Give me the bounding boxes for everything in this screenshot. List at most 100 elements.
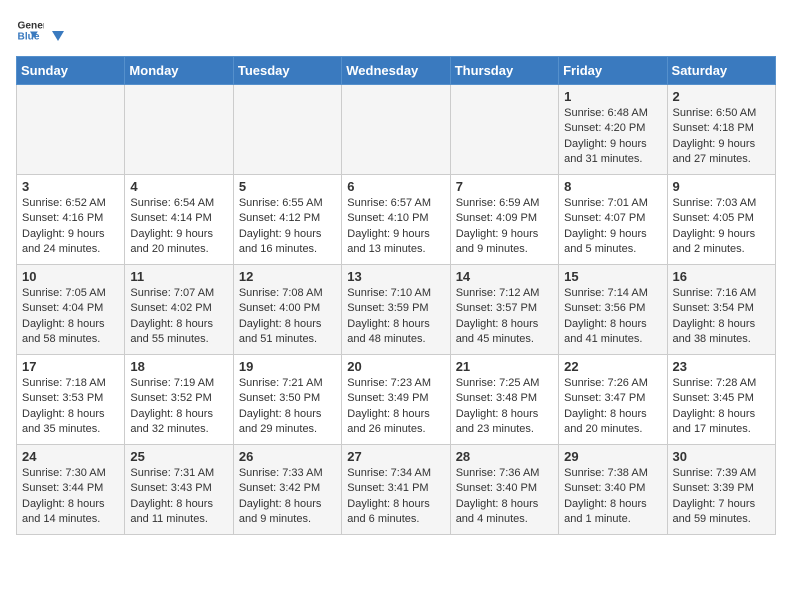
- day-info: Sunrise: 6:57 AM Sunset: 4:10 PM Dayligh…: [347, 196, 444, 258]
- day-info: Sunrise: 7:30 AM Sunset: 3:44 PM Dayligh…: [22, 466, 119, 528]
- day-cell: 21 Sunrise: 7:25 AM Sunset: 3:48 PM Dayli…: [450, 355, 558, 445]
- header-cell-friday: Friday: [559, 57, 667, 85]
- day-cell: 17 Sunrise: 7:18 AM Sunset: 3:53 PM Dayli…: [17, 355, 125, 445]
- week-row-5: 24Sunrise: 7:30 AM Sunset: 3:44 PM Dayli…: [17, 445, 776, 535]
- day-number: 12: [239, 269, 336, 284]
- day-info: Sunrise: 7:07 AM Sunset: 4:02 PM Dayligh…: [130, 286, 227, 348]
- day-number: 8: [564, 179, 661, 194]
- day-cell: 5Sunrise: 6:55 AM Sunset: 4:12 PM Daylig…: [233, 175, 341, 265]
- header-cell-monday: Monday: [125, 57, 233, 85]
- day-cell: 3Sunrise: 6:52 AM Sunset: 4:16 PM Daylig…: [17, 175, 125, 265]
- day-number: 16: [673, 269, 770, 284]
- svg-text:General: General: [18, 20, 44, 31]
- day-info: Sunrise: 7:03 AM Sunset: 4:05 PM Dayligh…: [673, 196, 770, 258]
- day-info: Sunrise: 7:23 AM Sunset: 3:49 PM Dayligh…: [347, 376, 444, 438]
- day-info: Sunrise: 7:33 AM Sunset: 3:42 PM Dayligh…: [239, 466, 336, 528]
- header-row: SundayMondayTuesdayWednesdayThursdayFrid…: [17, 57, 776, 85]
- day-cell: 29 Sunrise: 7:38 AM Sunset: 3:40 PM Dayli…: [559, 445, 667, 535]
- day-cell: 19Sunrise: 7:21 AM Sunset: 3:50 PM Dayli…: [233, 355, 341, 445]
- day-number: 2: [673, 89, 770, 104]
- day-cell: 28 Sunrise: 7:36 AM Sunset: 3:40 PM Dayli…: [450, 445, 558, 535]
- calendar-table: SundayMondayTuesdayWednesdayThursdayFrid…: [16, 56, 776, 535]
- header-cell-thursday: Thursday: [450, 57, 558, 85]
- day-cell: 12 Sunrise: 7:08 AM Sunset: 4:00 PM Dayli…: [233, 265, 341, 355]
- day-cell: 10 Sunrise: 7:05 AM Sunset: 4:04 PM Dayli…: [17, 265, 125, 355]
- day-cell: 9 Sunrise: 7:03 AM Sunset: 4:05 PM Daylig…: [667, 175, 775, 265]
- day-cell: 30 Sunrise: 7:39 AM Sunset: 3:39 PM Dayli…: [667, 445, 775, 535]
- day-info: Sunrise: 7:01 AM Sunset: 4:07 PM Dayligh…: [564, 196, 661, 258]
- day-number: 11: [130, 269, 227, 284]
- logo-arrow-icon: [48, 21, 68, 43]
- day-number: 7: [456, 179, 553, 194]
- day-info: Sunrise: 7:19 AM Sunset: 3:52 PM Dayligh…: [130, 376, 227, 438]
- day-info: Sunrise: 7:16 AM Sunset: 3:54 PM Dayligh…: [673, 286, 770, 348]
- day-cell: 7Sunrise: 6:59 AM Sunset: 4:09 PM Daylig…: [450, 175, 558, 265]
- day-number: 29: [564, 449, 661, 464]
- header-cell-sunday: Sunday: [17, 57, 125, 85]
- day-cell: [125, 85, 233, 175]
- week-row-1: 1 Sunrise: 6:48 AM Sunset: 4:20 PM Daylig…: [17, 85, 776, 175]
- day-number: 3: [22, 179, 119, 194]
- day-cell: 2 Sunrise: 6:50 AM Sunset: 4:18 PM Daylig…: [667, 85, 775, 175]
- day-info: Sunrise: 7:34 AM Sunset: 3:41 PM Dayligh…: [347, 466, 444, 528]
- day-cell: 18 Sunrise: 7:19 AM Sunset: 3:52 PM Dayli…: [125, 355, 233, 445]
- day-number: 14: [456, 269, 553, 284]
- day-cell: 11 Sunrise: 7:07 AM Sunset: 4:02 PM Dayli…: [125, 265, 233, 355]
- day-info: Sunrise: 7:36 AM Sunset: 3:40 PM Dayligh…: [456, 466, 553, 528]
- day-cell: [342, 85, 450, 175]
- day-info: Sunrise: 7:26 AM Sunset: 3:47 PM Dayligh…: [564, 376, 661, 438]
- day-cell: 23 Sunrise: 7:28 AM Sunset: 3:45 PM Dayli…: [667, 355, 775, 445]
- day-cell: [450, 85, 558, 175]
- week-row-3: 10 Sunrise: 7:05 AM Sunset: 4:04 PM Dayli…: [17, 265, 776, 355]
- header-cell-tuesday: Tuesday: [233, 57, 341, 85]
- week-row-4: 17 Sunrise: 7:18 AM Sunset: 3:53 PM Dayli…: [17, 355, 776, 445]
- day-info: Sunrise: 7:08 AM Sunset: 4:00 PM Dayligh…: [239, 286, 336, 348]
- day-cell: 20 Sunrise: 7:23 AM Sunset: 3:49 PM Dayli…: [342, 355, 450, 445]
- day-number: 23: [673, 359, 770, 374]
- day-number: 17: [22, 359, 119, 374]
- day-info: Sunrise: 7:05 AM Sunset: 4:04 PM Dayligh…: [22, 286, 119, 348]
- logo-icon: General Blue: [16, 16, 44, 44]
- day-number: 1: [564, 89, 661, 104]
- svg-text:Blue: Blue: [18, 31, 40, 42]
- day-info: Sunrise: 7:18 AM Sunset: 3:53 PM Dayligh…: [22, 376, 119, 438]
- day-cell: 14 Sunrise: 7:12 AM Sunset: 3:57 PM Dayli…: [450, 265, 558, 355]
- day-number: 18: [130, 359, 227, 374]
- day-number: 21: [456, 359, 553, 374]
- day-info: Sunrise: 6:50 AM Sunset: 4:18 PM Dayligh…: [673, 106, 770, 168]
- day-number: 10: [22, 269, 119, 284]
- day-cell: 24Sunrise: 7:30 AM Sunset: 3:44 PM Dayli…: [17, 445, 125, 535]
- day-number: 25: [130, 449, 227, 464]
- day-info: Sunrise: 7:10 AM Sunset: 3:59 PM Dayligh…: [347, 286, 444, 348]
- day-number: 27: [347, 449, 444, 464]
- day-cell: 4 Sunrise: 6:54 AM Sunset: 4:14 PM Daylig…: [125, 175, 233, 265]
- day-number: 19: [239, 359, 336, 374]
- header-cell-saturday: Saturday: [667, 57, 775, 85]
- day-info: Sunrise: 7:38 AM Sunset: 3:40 PM Dayligh…: [564, 466, 661, 528]
- day-cell: 13 Sunrise: 7:10 AM Sunset: 3:59 PM Dayli…: [342, 265, 450, 355]
- day-cell: 16 Sunrise: 7:16 AM Sunset: 3:54 PM Dayli…: [667, 265, 775, 355]
- day-number: 20: [347, 359, 444, 374]
- day-info: Sunrise: 7:28 AM Sunset: 3:45 PM Dayligh…: [673, 376, 770, 438]
- day-info: Sunrise: 6:48 AM Sunset: 4:20 PM Dayligh…: [564, 106, 661, 168]
- day-info: Sunrise: 6:54 AM Sunset: 4:14 PM Dayligh…: [130, 196, 227, 258]
- day-info: Sunrise: 7:39 AM Sunset: 3:39 PM Dayligh…: [673, 466, 770, 528]
- day-number: 15: [564, 269, 661, 284]
- day-info: Sunrise: 7:12 AM Sunset: 3:57 PM Dayligh…: [456, 286, 553, 348]
- day-number: 26: [239, 449, 336, 464]
- day-cell: 27 Sunrise: 7:34 AM Sunset: 3:41 PM Dayli…: [342, 445, 450, 535]
- day-number: 9: [673, 179, 770, 194]
- day-cell: 22 Sunrise: 7:26 AM Sunset: 3:47 PM Dayli…: [559, 355, 667, 445]
- day-number: 28: [456, 449, 553, 464]
- day-number: 5: [239, 179, 336, 194]
- day-cell: 26 Sunrise: 7:33 AM Sunset: 3:42 PM Dayli…: [233, 445, 341, 535]
- day-number: 4: [130, 179, 227, 194]
- day-number: 22: [564, 359, 661, 374]
- logo: General Blue: [16, 16, 68, 44]
- day-number: 13: [347, 269, 444, 284]
- day-info: Sunrise: 7:25 AM Sunset: 3:48 PM Dayligh…: [456, 376, 553, 438]
- day-cell: [233, 85, 341, 175]
- day-cell: 6Sunrise: 6:57 AM Sunset: 4:10 PM Daylig…: [342, 175, 450, 265]
- day-number: 30: [673, 449, 770, 464]
- day-info: Sunrise: 7:14 AM Sunset: 3:56 PM Dayligh…: [564, 286, 661, 348]
